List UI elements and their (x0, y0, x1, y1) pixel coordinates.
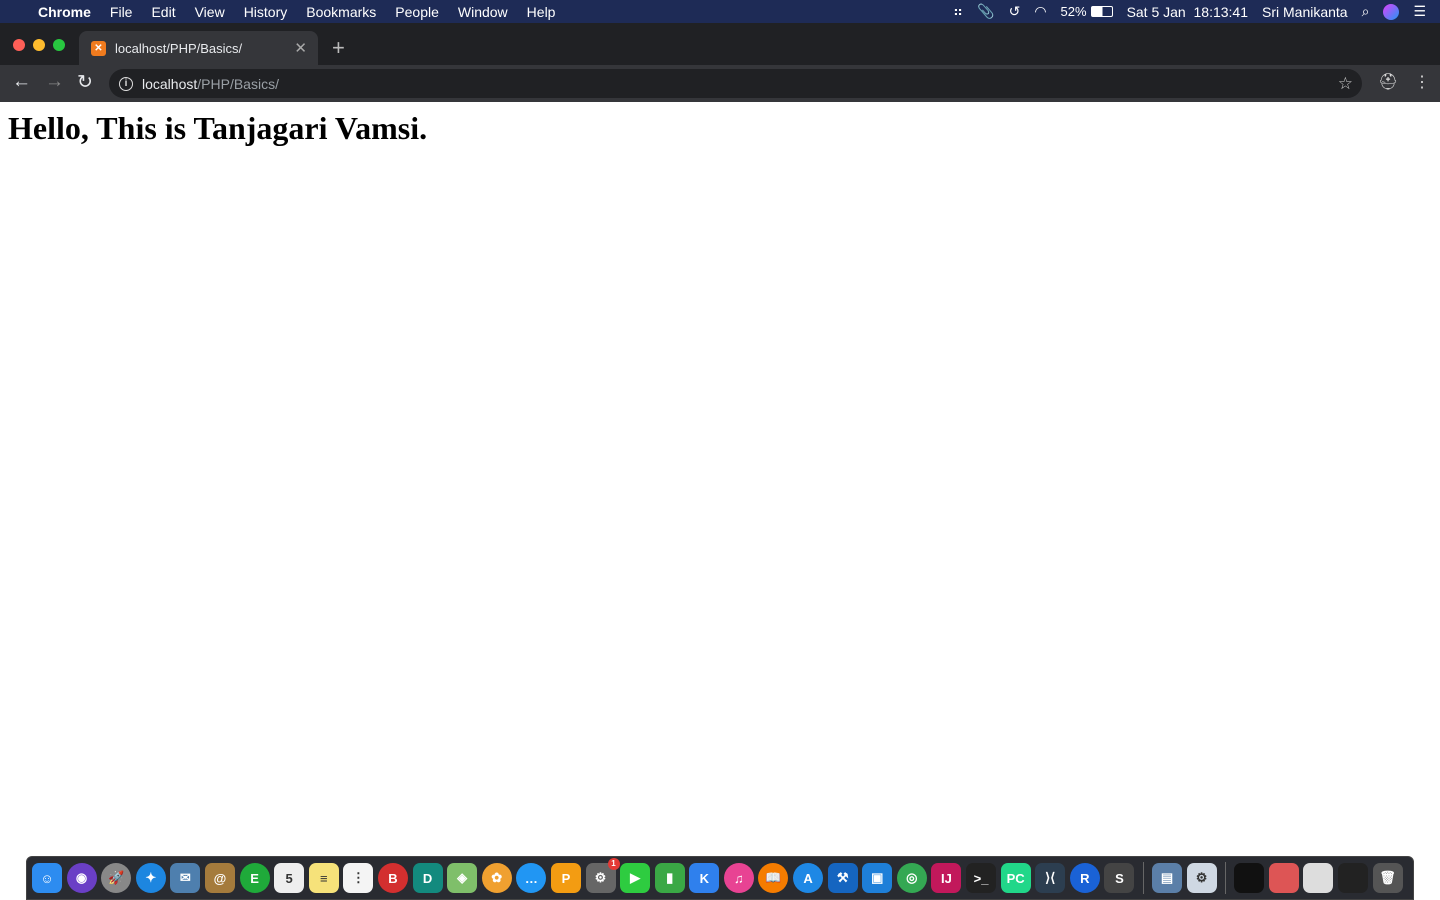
menu-window[interactable]: Window (458, 4, 508, 20)
control-icon[interactable]: ⠶ (953, 3, 963, 20)
dock-evernote-icon[interactable]: E (239, 863, 270, 893)
dock-jetbrains-toolbox-icon[interactable]: ▣ (862, 863, 893, 893)
wifi-icon[interactable]: ◠ (1034, 3, 1046, 20)
close-window-button[interactable] (13, 39, 25, 51)
dock-sublime-icon[interactable]: S (1104, 863, 1135, 893)
dock-preview-icon[interactable]: ▤ (1152, 863, 1182, 893)
dock-contacts-icon[interactable]: @ (204, 863, 235, 893)
dock-system-preferences-icon[interactable]: ⚙ 1 (585, 858, 620, 893)
dock-siri-icon[interactable]: ◉ (66, 863, 97, 893)
dock-window-4-icon[interactable] (1337, 863, 1368, 893)
minimize-window-button[interactable] (33, 39, 45, 51)
dock-itunes-icon[interactable]: ♫ (723, 863, 754, 893)
dock-numbers-icon[interactable]: ▮ (654, 863, 685, 893)
dock-chrome-icon[interactable]: ◎ (896, 863, 927, 893)
dock-books-icon[interactable]: 📖 (758, 863, 789, 893)
reload-button[interactable]: ↻ (77, 71, 93, 94)
dock-terminal-icon[interactable]: >_ (966, 863, 997, 893)
dock-window-1-icon[interactable] (1234, 863, 1265, 893)
notification-badge: 1 (607, 858, 620, 870)
zoom-window-button[interactable] (53, 39, 65, 51)
forward-button[interactable]: → (45, 71, 64, 93)
spotlight-icon[interactable]: ⌕ (1362, 3, 1370, 20)
dock-intellij-icon[interactable]: IJ (931, 863, 962, 893)
battery-percent: 52% (1060, 4, 1087, 19)
menu-bar: Chrome File Edit View History Bookmarks … (0, 0, 1440, 23)
menu-bookmarks[interactable]: Bookmarks (306, 4, 376, 20)
siri-icon[interactable] (1383, 3, 1400, 20)
dock-mail-icon[interactable]: ✉ (170, 863, 201, 893)
dock-dashlane-icon[interactable]: D (412, 863, 443, 893)
menu-view[interactable]: View (195, 4, 225, 20)
tab-title: localhost/PHP/Basics/ (115, 40, 243, 56)
page-heading: Hello, This is Tanjagari Vamsi. (8, 110, 428, 146)
dock-maps-icon[interactable]: ◈ (447, 863, 478, 893)
dock-finder-icon[interactable]: ☺ (32, 863, 62, 893)
url-path: /PHP/Basics/ (197, 75, 279, 92)
notification-center-icon[interactable]: ☰ (1413, 3, 1426, 20)
incognito-icon[interactable]: ⛑ (1378, 72, 1398, 92)
dock-launchpad-icon[interactable]: 🚀 (101, 863, 132, 893)
dock-reminders-icon[interactable]: ⋮ (343, 863, 374, 893)
dock: ☺ ◉ 🚀 ✦ ✉ @ E 5 ≡ ⋮ B D ◈ ✿… P ⚙ 1 ▶ ▮ K ♫ 📖 A ⚒ ▣ ◎ IJ >_ PC ⟩⟨ R S ▤ ⚙ 🗑 (26, 856, 1414, 900)
bookmark-star-icon[interactable]: ☆ (1338, 74, 1353, 94)
dock-facetime-icon[interactable]: ▶ (620, 863, 651, 893)
menu-file[interactable]: File (110, 4, 133, 20)
dock-app-store-icon[interactable]: A (793, 863, 824, 893)
toolbar: ← → ↻ i localhost/PHP/Basics/ ☆ ⛑ ⋮ (0, 65, 1440, 102)
tab-active[interactable]: ✕ localhost/PHP/Basics/ ✕ (79, 31, 318, 65)
dock-bear-icon[interactable]: B (377, 863, 408, 893)
dock-photos-icon[interactable]: ✿ (481, 863, 512, 893)
menu-help[interactable]: Help (527, 4, 556, 20)
time-machine-icon[interactable]: ↺ (1009, 3, 1021, 20)
battery-icon[interactable] (1090, 6, 1113, 17)
dock-settings-icon[interactable]: ⚙ (1186, 863, 1217, 893)
new-tab-button[interactable]: + (332, 35, 345, 61)
info-icon[interactable]: i (119, 76, 133, 91)
dock-vscode-icon[interactable]: ⟩⟨ (1035, 863, 1066, 893)
more-menu-icon[interactable]: ⋮ (1414, 72, 1430, 92)
menu-app-name[interactable]: Chrome (38, 4, 91, 20)
dock-calendar-icon[interactable]: 5 (274, 863, 305, 893)
url-host: localhost (142, 75, 198, 92)
dock-messages-icon[interactable]: … (516, 863, 547, 893)
menu-history[interactable]: History (244, 4, 288, 20)
xampp-favicon-icon: ✕ (91, 40, 106, 56)
dock-keynote-icon[interactable]: K (689, 863, 720, 893)
dock-safari-icon[interactable]: ✦ (135, 863, 166, 893)
paperclip-icon[interactable]: 📎 (977, 3, 994, 20)
dock-separator (1143, 862, 1144, 894)
dock-window-3-icon[interactable] (1303, 863, 1334, 893)
datetime[interactable]: Sat 5 Jan 18:13:41 (1127, 4, 1248, 20)
dock-trash-icon[interactable]: 🗑 (1372, 863, 1403, 893)
dock-xcode-icon[interactable]: ⚒ (827, 863, 858, 893)
tab-close-icon[interactable]: ✕ (294, 39, 307, 57)
user-name[interactable]: Sri Manikanta (1262, 4, 1348, 20)
dock-pages-icon[interactable]: P (550, 863, 581, 893)
address-bar[interactable]: i localhost/PHP/Basics/ ☆ (109, 69, 1362, 98)
back-button[interactable]: ← (12, 71, 31, 93)
browser-window: ✕ localhost/PHP/Basics/ ✕ + ← → ↻ i loca… (0, 23, 1440, 102)
menu-people[interactable]: People (395, 4, 439, 20)
dock-window-2-icon[interactable] (1268, 863, 1299, 893)
dock-separator (1225, 862, 1227, 894)
dock-r-icon[interactable]: R (1069, 863, 1100, 893)
menu-edit[interactable]: Edit (151, 4, 175, 20)
dock-pycharm-icon[interactable]: PC (1000, 863, 1031, 893)
dock-notes-icon[interactable]: ≡ (308, 863, 339, 893)
